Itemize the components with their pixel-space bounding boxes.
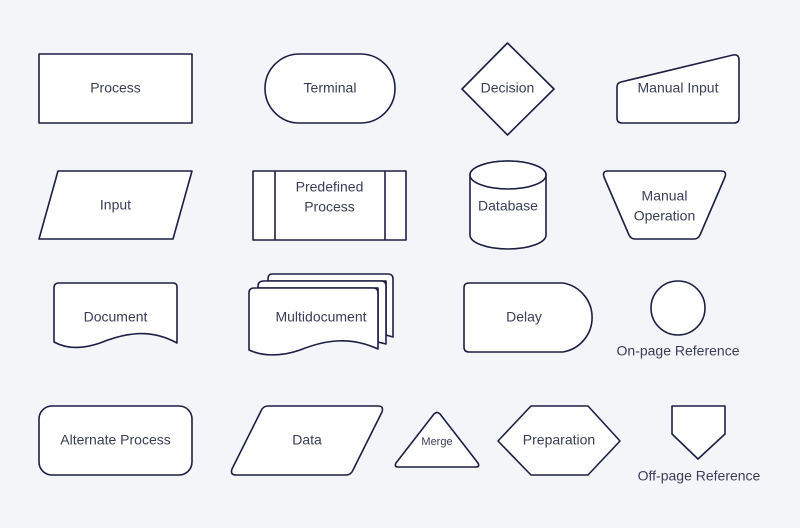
on-page-reference-label: On-page Reference	[617, 343, 740, 359]
manual-operation-label-line2: Operation	[634, 208, 695, 224]
input-label: Input	[100, 197, 131, 213]
manual-operation-label-line1: Manual	[642, 188, 688, 204]
on-page-reference-shape	[650, 280, 706, 336]
manual-input-label: Manual Input	[638, 80, 719, 96]
symbol-process[interactable]: Process	[38, 53, 193, 124]
symbol-document[interactable]: Document	[53, 282, 178, 349]
database-top-ellipse	[469, 160, 547, 190]
alternate-process-label: Alternate Process	[60, 432, 171, 448]
symbol-terminal[interactable]: Terminal	[264, 53, 396, 124]
off-page-reference-shape	[671, 405, 726, 460]
preparation-label: Preparation	[523, 432, 595, 448]
symbol-predefined-process[interactable]: Predefined Process	[252, 170, 407, 241]
predefined-process-label-line2: Process	[304, 199, 355, 215]
symbol-preparation[interactable]: Preparation	[497, 405, 621, 476]
merge-label: Merge	[421, 436, 452, 448]
decision-label: Decision	[481, 80, 535, 96]
symbol-data[interactable]: Data	[230, 405, 384, 476]
multidocument-label: Multidocument	[275, 309, 366, 325]
symbol-alternate-process[interactable]: Alternate Process	[38, 405, 193, 476]
symbol-decision[interactable]: Decision	[461, 42, 555, 136]
flowchart-symbols-canvas: Process Terminal Decision Manual Input I…	[38, 42, 761, 484]
symbol-input[interactable]: Input	[38, 170, 193, 240]
symbol-delay[interactable]: Delay	[463, 282, 593, 353]
delay-label: Delay	[506, 309, 542, 325]
process-label: Process	[90, 80, 141, 96]
document-label: Document	[84, 309, 148, 325]
manual-operation-shape	[602, 170, 727, 240]
symbol-off-page-reference[interactable]: Off-page Reference	[638, 405, 761, 484]
symbol-merge[interactable]: Merge	[394, 411, 480, 468]
predefined-process-label-line1: Predefined	[296, 179, 364, 195]
symbol-manual-input[interactable]: Manual Input	[616, 54, 740, 124]
symbol-on-page-reference[interactable]: On-page Reference	[617, 280, 740, 359]
symbol-database[interactable]: Database	[469, 160, 547, 250]
symbol-multidocument[interactable]: Multidocument	[248, 273, 394, 356]
data-label: Data	[292, 432, 322, 448]
database-label: Database	[478, 198, 538, 214]
off-page-reference-label: Off-page Reference	[638, 468, 761, 484]
terminal-label: Terminal	[304, 80, 357, 96]
symbol-manual-operation[interactable]: Manual Operation	[602, 170, 727, 240]
